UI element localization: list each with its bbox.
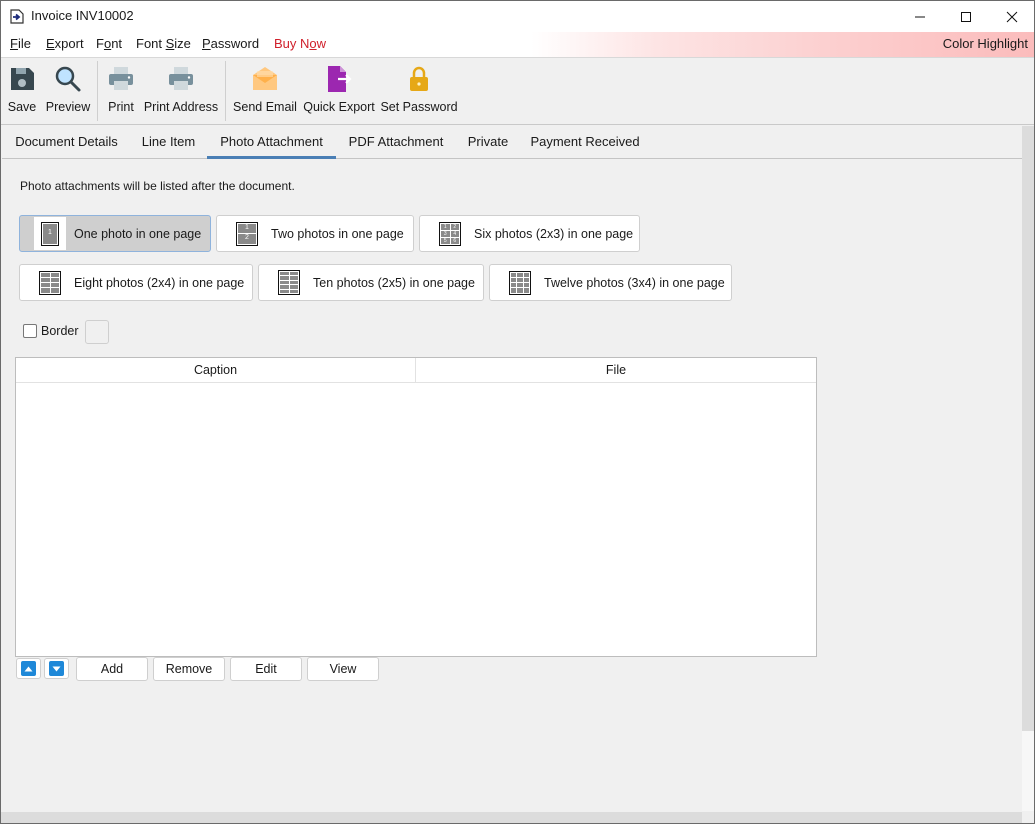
menu-password[interactable]: Password [202, 36, 259, 51]
vertical-scrollbar-thumb[interactable] [1022, 126, 1034, 731]
layout-label: Six photos (2x3) in one page [474, 226, 634, 241]
save-icon [11, 68, 34, 90]
invoice-window: Invoice INV10002 File Export Font Font S… [0, 0, 1035, 824]
tab-bar: Document Details Line Item Photo Attachm… [2, 126, 1022, 159]
border-checkbox[interactable] [23, 324, 37, 338]
print-address-button[interactable]: Print Address [142, 58, 220, 125]
tab-payment-received[interactable]: Payment Received [520, 126, 650, 158]
document-arrow-icon [10, 9, 24, 24]
border-color-button[interactable] [85, 320, 109, 344]
layout-one-photo-button[interactable]: 1 One photo in one page [19, 215, 211, 252]
preview-button[interactable]: Preview [43, 58, 93, 125]
maximize-icon [961, 11, 971, 22]
lock-icon [410, 66, 428, 91]
envelope-icon [253, 67, 277, 90]
send-email-button[interactable]: Send Email [231, 58, 299, 125]
export-document-icon [328, 66, 352, 92]
ten-photos-layout-icon [278, 270, 300, 295]
move-down-icon [52, 666, 61, 671]
column-header-caption[interactable]: Caption [16, 358, 416, 382]
add-button[interactable]: Add [76, 657, 148, 681]
layout-label: Two photos in one page [271, 226, 404, 241]
layout-eight-photos-button[interactable]: Eight photos (2x4) in one page [19, 264, 253, 301]
move-down-button[interactable] [44, 658, 69, 679]
layout-label: Ten photos (2x5) in one page [313, 275, 475, 290]
quick-export-button[interactable]: Quick Export [303, 58, 375, 125]
menu-font-size[interactable]: Font Size [136, 36, 191, 51]
set-password-button[interactable]: Set Password [379, 58, 459, 125]
toolbar-separator [225, 61, 226, 121]
two-photos-layout-icon: 12 [236, 221, 258, 246]
tab-pdf-attachment[interactable]: PDF Attachment [336, 126, 456, 158]
title-bar: Invoice INV10002 [1, 1, 1034, 32]
six-photos-layout-icon: 123456 [439, 221, 461, 246]
layout-six-photos-button[interactable]: 123456 Six photos (2x3) in one page [419, 215, 640, 252]
one-photo-layout-icon: 1 [41, 221, 59, 246]
magnifier-icon [55, 66, 81, 92]
printer-icon [109, 67, 133, 90]
vertical-scrollbar-track[interactable] [1022, 731, 1034, 811]
menu-font[interactable]: Font [96, 36, 122, 51]
maximize-button[interactable] [943, 1, 989, 32]
tab-photo-attachment[interactable]: Photo Attachment [207, 126, 336, 159]
print-button[interactable]: Print [103, 58, 139, 125]
layout-label: Twelve photos (3x4) in one page [544, 275, 725, 290]
layout-ten-photos-button[interactable]: Ten photos (2x5) in one page [258, 264, 484, 301]
save-button[interactable]: Save [5, 58, 39, 125]
remove-button[interactable]: Remove [153, 657, 225, 681]
toolbar: Save Preview Print Print Address Send Em… [1, 57, 1034, 125]
view-button[interactable]: View [307, 657, 379, 681]
menu-export[interactable]: Export [46, 36, 84, 51]
color-highlight-label[interactable]: Color Highlight [943, 36, 1028, 51]
minimize-button[interactable] [897, 1, 943, 32]
close-icon [1006, 11, 1018, 22]
edit-button[interactable]: Edit [230, 657, 302, 681]
border-label: Border [41, 324, 79, 338]
printer-icon [169, 67, 193, 90]
tab-document-details[interactable]: Document Details [2, 126, 131, 158]
tab-line-item[interactable]: Line Item [131, 126, 206, 158]
layout-label: One photo in one page [74, 226, 202, 241]
horizontal-scrollbar[interactable] [1, 812, 1022, 823]
move-up-button[interactable] [16, 658, 41, 679]
layout-twelve-photos-button[interactable]: Twelve photos (3x4) in one page [489, 264, 732, 301]
photo-table[interactable]: Caption File [15, 357, 817, 657]
window-title: Invoice INV10002 [31, 8, 134, 23]
toolbar-separator [97, 61, 98, 121]
minimize-icon [915, 16, 925, 17]
column-header-file[interactable]: File [416, 358, 816, 382]
eight-photos-layout-icon [39, 270, 61, 295]
layout-two-photos-button[interactable]: 12 Two photos in one page [216, 215, 414, 252]
twelve-photos-layout-icon [509, 270, 531, 295]
menu-buy-now[interactable]: Buy Now [274, 36, 326, 51]
photo-attachment-info: Photo attachments will be listed after t… [20, 179, 295, 193]
menu-bar: File Export Font Font Size Password Buy … [1, 32, 1034, 57]
menu-file[interactable]: File [10, 36, 31, 51]
close-button[interactable] [989, 1, 1035, 32]
move-up-icon [24, 666, 33, 671]
tab-private[interactable]: Private [456, 126, 520, 158]
layout-label: Eight photos (2x4) in one page [74, 275, 245, 290]
table-header: Caption File [16, 358, 816, 383]
